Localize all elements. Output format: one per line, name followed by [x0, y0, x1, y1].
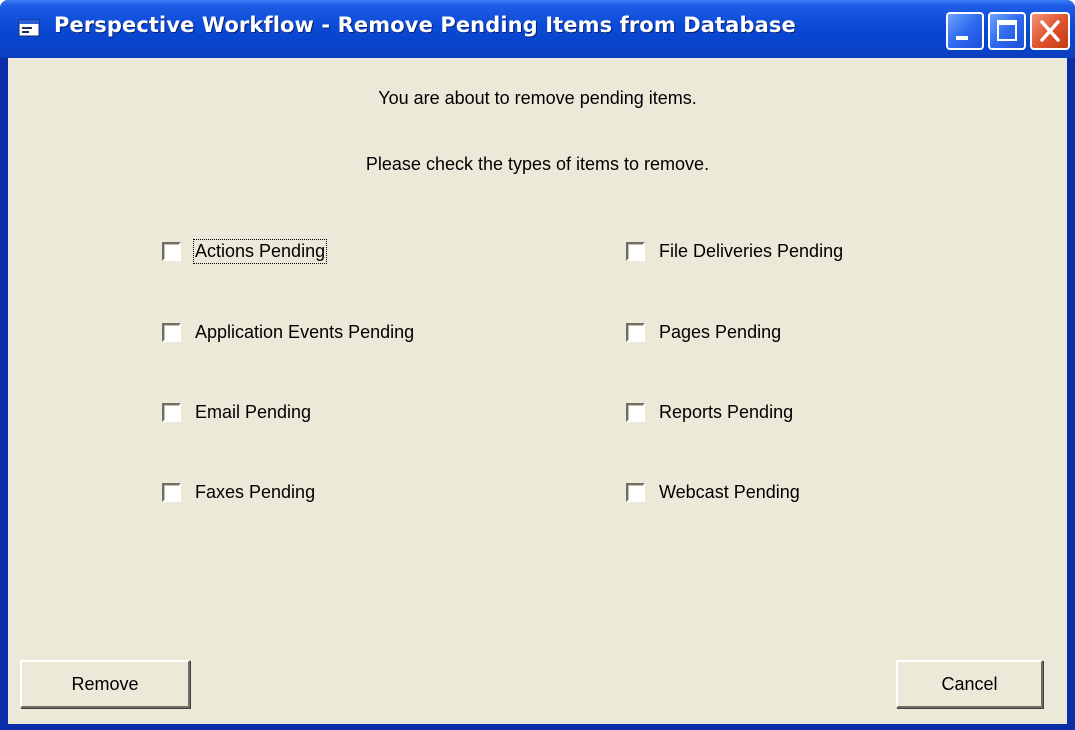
intro-message: You are about to remove pending items.: [378, 88, 697, 108]
checkbox-box[interactable]: [162, 482, 181, 502]
checkbox-application-events-pending[interactable]: Application Events Pending: [162, 318, 414, 346]
checkbox-label[interactable]: Application Events Pending: [195, 322, 414, 343]
checkbox-label[interactable]: Email Pending: [195, 402, 311, 423]
window-title: Perspective Workflow - Remove Pending It…: [54, 13, 796, 37]
checkbox-box[interactable]: [626, 402, 645, 422]
checkbox-box[interactable]: [626, 241, 645, 261]
checkbox-label[interactable]: Reports Pending: [659, 402, 793, 423]
checkbox-faxes-pending[interactable]: Faxes Pending: [162, 478, 315, 506]
checkbox-box[interactable]: [162, 241, 181, 261]
title-bar[interactable]: Perspective Workflow - Remove Pending It…: [0, 0, 1075, 58]
checkbox-reports-pending[interactable]: Reports Pending: [626, 398, 793, 426]
checkbox-box[interactable]: [626, 482, 645, 502]
checkbox-actions-pending[interactable]: Actions Pending: [162, 237, 328, 265]
cancel-button[interactable]: Cancel: [896, 660, 1043, 708]
app-window-icon[interactable]: [18, 19, 40, 37]
minimize-icon: [956, 36, 968, 40]
maximize-button[interactable]: [988, 12, 1026, 50]
maximize-icon: [997, 20, 1017, 41]
checkbox-label[interactable]: Pages Pending: [659, 322, 781, 343]
instruction-message: Please check the types of items to remov…: [365, 154, 710, 174]
checkbox-label[interactable]: File Deliveries Pending: [659, 241, 843, 262]
checkbox-email-pending[interactable]: Email Pending: [162, 398, 311, 426]
minimize-button[interactable]: [946, 12, 984, 50]
checkbox-box[interactable]: [626, 322, 645, 342]
checkbox-webcast-pending[interactable]: Webcast Pending: [626, 478, 800, 506]
checkbox-label[interactable]: Faxes Pending: [195, 482, 315, 503]
close-icon: [1040, 20, 1060, 42]
remove-button[interactable]: Remove: [20, 660, 190, 708]
dialog-body: You are about to remove pending items. P…: [8, 58, 1067, 724]
close-button[interactable]: [1030, 12, 1070, 50]
checkbox-label[interactable]: Webcast Pending: [659, 482, 800, 503]
checkbox-box[interactable]: [162, 402, 181, 422]
checkbox-pages-pending[interactable]: Pages Pending: [626, 318, 781, 346]
checkbox-label[interactable]: Actions Pending: [192, 238, 328, 264]
checkbox-file-deliveries-pending[interactable]: File Deliveries Pending: [626, 237, 843, 265]
checkbox-box[interactable]: [162, 322, 181, 342]
dialog-window: Perspective Workflow - Remove Pending It…: [0, 0, 1075, 730]
